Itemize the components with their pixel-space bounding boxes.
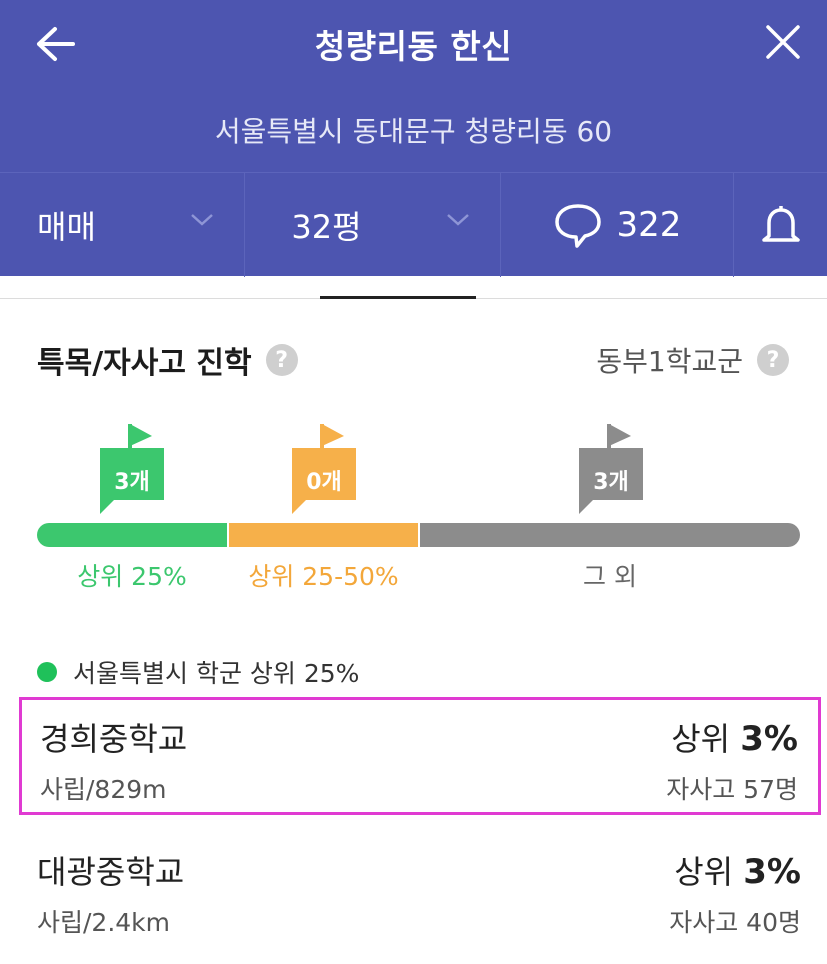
legend-text: 서울특별시 학군 상위 25% xyxy=(73,659,360,688)
legend-dot xyxy=(37,662,57,682)
tier-bar-other xyxy=(420,523,800,547)
size-label: 32평 xyxy=(291,208,362,246)
rank-prefix: 상위 xyxy=(671,720,731,758)
tier-flag-other: 3개 xyxy=(579,424,643,520)
tier-bar-top25 xyxy=(37,523,227,547)
close-icon xyxy=(766,25,800,59)
trade-type-label: 매매 xyxy=(37,208,96,246)
tier-count: 3개 xyxy=(593,470,629,495)
tier-label: 상위 25% xyxy=(77,562,187,591)
rank-value: 3% xyxy=(743,852,801,892)
school-meta: 사립/829m xyxy=(40,775,167,804)
section-title-text: 특목/자사고 진학 xyxy=(37,346,252,381)
school-count: 자사고 40명 xyxy=(669,908,801,937)
list-item[interactable]: 경희중학교 사립/829m 상위 3% 자사고 57명 xyxy=(19,697,821,815)
speech-bubble-icon xyxy=(554,204,601,248)
school-district: 동부1학교군 ? xyxy=(596,340,789,380)
comments-button[interactable]: 322 xyxy=(501,173,735,277)
help-icon[interactable]: ? xyxy=(757,344,789,376)
school-name: 경희중학교 xyxy=(40,720,188,758)
trade-type-dropdown[interactable]: 매매 xyxy=(0,173,246,277)
school-name: 대광중학교 xyxy=(37,853,185,891)
tier-label: 상위 25-50% xyxy=(248,562,399,591)
school-rank: 상위 3% xyxy=(671,714,798,760)
tier-flag-top25-50: 0개 xyxy=(292,424,356,520)
tier-count: 3개 xyxy=(114,470,150,495)
active-tab-indicator xyxy=(320,296,476,299)
size-dropdown[interactable]: 32평 xyxy=(245,173,501,277)
close-button[interactable] xyxy=(761,20,805,64)
tier-flag-top25: 3개 xyxy=(100,424,164,520)
chevron-down-icon xyxy=(191,214,214,226)
rank-prefix: 상위 xyxy=(674,853,734,891)
notification-button[interactable] xyxy=(734,173,827,277)
comment-count: 322 xyxy=(616,205,682,245)
tier-bar-top25-50 xyxy=(229,523,418,547)
chevron-down-icon xyxy=(446,214,469,226)
legend: 서울특별시 학군 상위 25% xyxy=(37,654,359,690)
district-label: 동부1학교군 xyxy=(596,345,743,378)
address: 서울특별시 동대문구 청량리동 60 xyxy=(214,115,613,148)
tier-count: 0개 xyxy=(306,470,342,495)
rank-value: 3% xyxy=(740,719,798,759)
page-title: 청량리동 한신 xyxy=(314,27,513,66)
school-rank: 상위 3% xyxy=(674,847,801,893)
tier-label: 그 외 xyxy=(583,562,637,591)
school-count: 자사고 57명 xyxy=(666,775,798,804)
help-icon[interactable]: ? xyxy=(265,344,298,376)
school-meta: 사립/2.4km xyxy=(37,908,171,937)
header: 청량리동 한신 서울특별시 동대문구 청량리동 60 매매 32평 322 xyxy=(0,0,827,277)
filter-bar: 매매 32평 322 xyxy=(0,172,827,277)
bell-icon xyxy=(761,206,800,242)
list-item[interactable]: 대광중학교 사립/2.4km 상위 3% 자사고 40명 xyxy=(19,833,821,951)
section-title: 특목/자사고 진학 ? xyxy=(37,338,298,382)
